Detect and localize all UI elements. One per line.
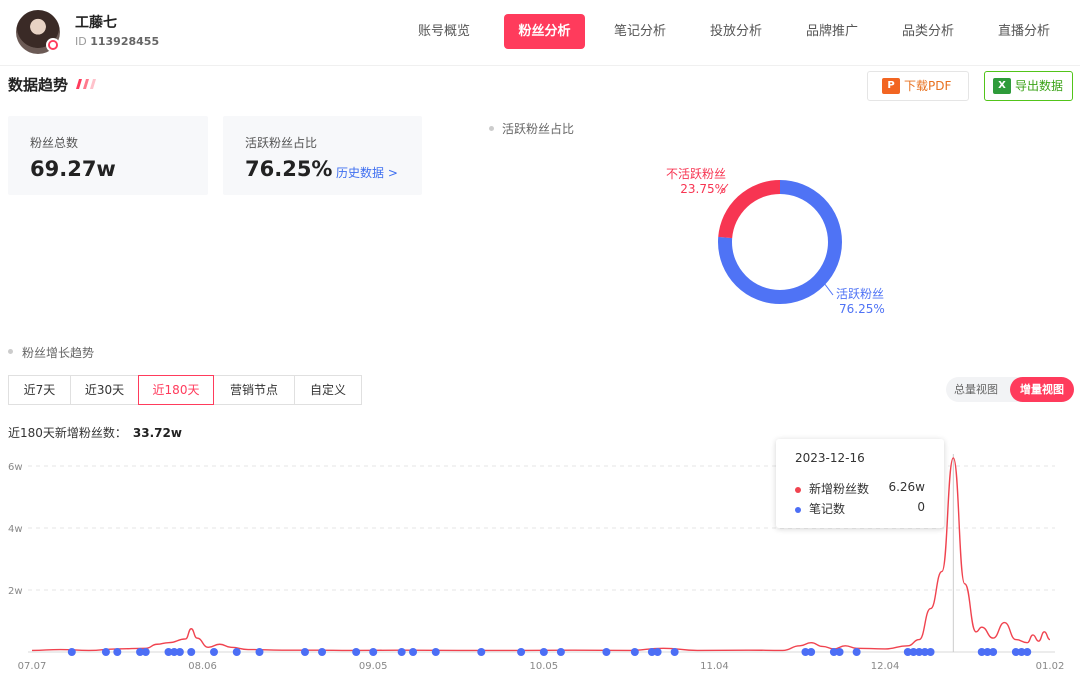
note-point[interactable] [209, 648, 218, 656]
x-tick-label: 10.05 [530, 661, 559, 672]
note-point[interactable] [926, 648, 935, 656]
tab-brand-promotion[interactable]: 品牌推广 [794, 14, 870, 49]
y-tick-label: 4w [8, 524, 23, 535]
active-ratio-card: 活跃粉丝占比 76.25% 历史数据 > [223, 116, 422, 195]
tab-category-analysis[interactable]: 品类分析 [890, 14, 966, 49]
note-point[interactable] [397, 648, 406, 656]
active-leader-line [823, 282, 834, 296]
tab-notes-analysis[interactable]: 笔记分析 [602, 14, 678, 49]
note-point[interactable] [369, 648, 378, 656]
note-point[interactable] [101, 648, 110, 656]
user-name: 工藤七 [75, 15, 117, 31]
tab-180-days[interactable]: 近180天 [138, 375, 214, 405]
note-point[interactable] [318, 648, 327, 656]
x-tick-label: 12.04 [871, 661, 900, 672]
note-point[interactable] [556, 648, 565, 656]
note-point[interactable] [255, 648, 264, 656]
note-point[interactable] [602, 648, 611, 656]
note-point[interactable] [300, 648, 309, 656]
export-data-button[interactable]: X 导出数据 [984, 71, 1073, 101]
inactive-fans-label: 不活跃粉丝 [666, 167, 726, 181]
tab-marketing-nodes[interactable]: 营销节点 [213, 375, 295, 405]
active-fans-label: 活跃粉丝 [836, 287, 884, 301]
top-header: ● 工藤七 ID 113928455 账号概览 粉丝分析 笔记分析 投放分析 品… [0, 0, 1080, 66]
pdf-icon: P [882, 78, 900, 94]
view-toggle: 总量视图 增量视图 [946, 377, 1074, 402]
bullet-icon [489, 126, 494, 131]
tooltip-row-notes: 笔记数 0 [795, 500, 925, 517]
summary-label: 近180天新增粉丝数： [8, 426, 127, 440]
chart-tooltip: 2023-12-16 新增粉丝数 6.26w 笔记数 0 [776, 439, 944, 528]
tab-ad-analysis[interactable]: 投放分析 [698, 14, 774, 49]
title-decoration-icon [76, 79, 96, 89]
note-point[interactable] [113, 648, 122, 656]
summary-value: 33.72w [132, 426, 182, 440]
note-point[interactable] [630, 648, 639, 656]
active-fans-pct: 76.25% [839, 302, 885, 316]
legend-dot-icon [795, 486, 801, 493]
note-point[interactable] [431, 648, 440, 656]
x-tick-label: 01.02 [1036, 661, 1065, 672]
tab-account-overview[interactable]: 账号概览 [406, 14, 482, 49]
tooltip-row-new-fans: 新增粉丝数 6.26w [795, 480, 925, 497]
summary: 近180天新增粉丝数： 33.72w [8, 424, 182, 441]
download-pdf-button[interactable]: P 下载PDF [867, 71, 969, 101]
active-ratio-value: 76.25% [245, 157, 333, 181]
tooltip-new-fans-value: 6.26w [888, 480, 925, 494]
user-id: ID 113928455 [75, 35, 160, 48]
note-point[interactable] [232, 648, 241, 656]
excel-icon: X [993, 78, 1011, 94]
growth-title: 粉丝增长趋势 [22, 346, 95, 360]
tab-fans-analysis[interactable]: 粉丝分析 [504, 14, 585, 49]
x-tick-label: 09.05 [359, 661, 388, 672]
note-point[interactable] [653, 648, 662, 656]
donut-title: 活跃粉丝占比 [502, 122, 575, 136]
tab-7-days[interactable]: 近7天 [8, 375, 71, 405]
note-point[interactable] [1023, 648, 1032, 656]
note-point[interactable] [409, 648, 418, 656]
note-point[interactable] [517, 648, 526, 656]
note-point[interactable] [989, 648, 998, 656]
note-point[interactable] [807, 648, 816, 656]
note-point[interactable] [187, 648, 196, 656]
active-ratio-label: 活跃粉丝占比 [245, 136, 318, 150]
total-fans-value: 69.27w [30, 157, 116, 181]
note-point[interactable] [175, 648, 184, 656]
note-point[interactable] [477, 648, 486, 656]
note-point[interactable] [670, 648, 679, 656]
note-point[interactable] [835, 648, 844, 656]
note-point[interactable] [352, 648, 361, 656]
tab-live-analysis[interactable]: 直播分析 [986, 14, 1062, 49]
total-view-button[interactable]: 总量视图 [954, 377, 998, 402]
verified-badge-icon: ● [46, 38, 60, 52]
x-tick-label: 07.07 [18, 661, 47, 672]
bullet-icon [8, 349, 13, 354]
total-fans-label: 粉丝总数 [30, 136, 79, 150]
inactive-fans-pct: 23.75% [680, 182, 726, 196]
note-point[interactable] [141, 648, 150, 656]
y-tick-label: 2w [8, 586, 23, 597]
tooltip-notes-value: 0 [917, 500, 925, 514]
increment-view-button[interactable]: 增量视图 [1010, 377, 1074, 402]
y-tick-label: 6w [8, 462, 23, 473]
history-data-link[interactable]: 历史数据 > [336, 164, 398, 181]
x-tick-label: 11.04 [700, 661, 729, 672]
active-fans-donut-chart: 不活跃粉丝 23.75% 活跃粉丝 76.25% [666, 167, 885, 316]
note-point[interactable] [67, 648, 76, 656]
tab-custom[interactable]: 自定义 [294, 375, 362, 405]
note-point[interactable] [539, 648, 548, 656]
total-fans-card: 粉丝总数 69.27w [8, 116, 208, 195]
legend-dot-icon [795, 506, 801, 513]
note-point[interactable] [852, 648, 861, 656]
tab-30-days[interactable]: 近30天 [70, 375, 139, 405]
x-tick-label: 08.06 [188, 661, 217, 672]
tooltip-date: 2023-12-16 [795, 451, 865, 465]
section-title: 数据趋势 [8, 76, 69, 94]
